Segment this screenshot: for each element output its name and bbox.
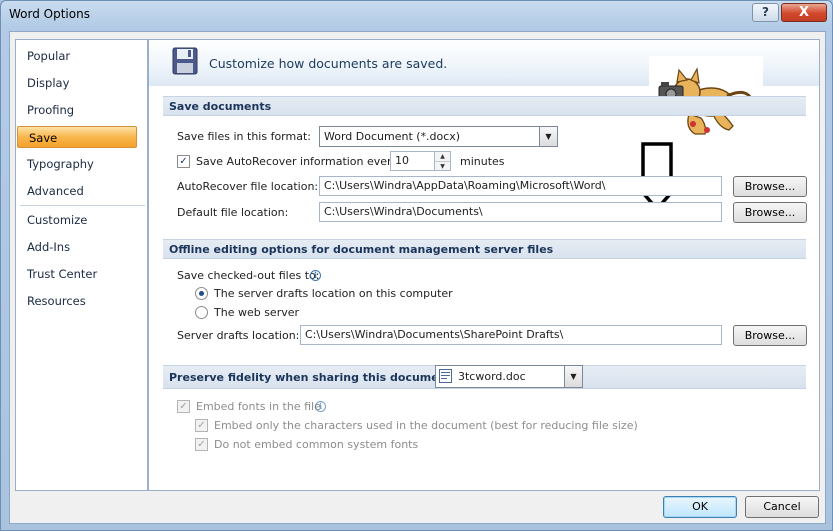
- autorecover-location-input[interactable]: C:\Users\Windra\AppData\Roaming\Microsof…: [319, 176, 722, 196]
- browse-server-drafts-button[interactable]: Browse...: [733, 325, 807, 346]
- nav-item-trust-center[interactable]: Trust Center: [16, 263, 136, 285]
- format-label: Save files in this format:: [177, 130, 311, 143]
- info-icon: i: [315, 401, 326, 412]
- minutes-spinner[interactable]: ▲ ▼: [434, 151, 451, 171]
- help-button[interactable]: ?: [752, 3, 779, 22]
- server-drafts-radio[interactable]: [195, 287, 208, 300]
- autorecover-label: Save AutoRecover information every: [196, 155, 399, 168]
- autorecover-minutes-input[interactable]: 10: [390, 151, 435, 171]
- ok-button[interactable]: OK: [663, 496, 737, 518]
- dialog-body: Popular Display Proofing Save Typography…: [9, 31, 826, 524]
- nav-item-display[interactable]: Display: [16, 72, 136, 94]
- section-header-offline-editing: Offline editing options for document man…: [163, 239, 806, 259]
- word-options-dialog: Word Options ? X Popular Display Proofin…: [0, 0, 833, 531]
- web-server-radio[interactable]: [195, 306, 208, 319]
- nav-item-typography[interactable]: Typography: [16, 153, 136, 175]
- fidelity-document-value: 3tcword.doc: [458, 370, 526, 383]
- save-options-panel: Customize how documents are saved. Save …: [148, 39, 820, 491]
- server-drafts-radio-label: The server drafts location on this compu…: [214, 287, 453, 300]
- embed-only-used-checkbox[interactable]: ✓: [195, 419, 208, 432]
- nav-item-resources[interactable]: Resources: [16, 290, 136, 312]
- spin-up-icon[interactable]: ▲: [435, 152, 450, 162]
- embed-fonts-label: Embed fonts in the file: [196, 400, 321, 413]
- chevron-down-icon[interactable]: ▼: [564, 366, 582, 387]
- embed-fonts-checkbox[interactable]: ✓: [177, 400, 190, 413]
- file-format-dropdown[interactable]: Word Document (*.docx) ▼: [319, 126, 558, 147]
- nav-item-save[interactable]: Save: [17, 126, 137, 148]
- floppy-disk-icon: [172, 47, 198, 75]
- nav-item-add-ins[interactable]: Add-Ins: [16, 236, 136, 258]
- no-common-fonts-checkbox[interactable]: ✓: [195, 438, 208, 451]
- spin-down-icon[interactable]: ▼: [435, 162, 450, 171]
- preserve-fidelity-label: Preserve fidelity when sharing this docu…: [169, 371, 457, 384]
- no-common-fonts-label: Do not embed common system fonts: [214, 438, 419, 451]
- browse-autorecover-button[interactable]: Browse...: [733, 176, 807, 197]
- nav-divider: [20, 205, 145, 206]
- autorecover-location-label: AutoRecover file location:: [177, 180, 319, 193]
- server-drafts-location-input[interactable]: C:\Users\Windra\Documents\SharePoint Dra…: [300, 325, 722, 345]
- info-icon: i: [310, 270, 321, 281]
- minutes-label: minutes: [460, 155, 505, 168]
- default-location-label: Default file location:: [177, 206, 289, 219]
- save-checked-out-label: Save checked-out files to:: [177, 269, 320, 282]
- options-nav: Popular Display Proofing Save Typography…: [15, 39, 148, 491]
- nav-item-advanced[interactable]: Advanced: [16, 180, 136, 202]
- banner-text: Customize how documents are saved.: [209, 56, 448, 71]
- browse-default-button[interactable]: Browse...: [733, 202, 807, 223]
- web-server-radio-label: The web server: [214, 306, 300, 319]
- chevron-down-icon[interactable]: ▼: [539, 127, 557, 146]
- file-format-value: Word Document (*.docx): [324, 130, 461, 143]
- close-button[interactable]: X: [781, 3, 827, 22]
- autorecover-checkbox[interactable]: ✓: [177, 155, 190, 168]
- word-document-icon: [439, 369, 452, 383]
- server-drafts-location-label: Server drafts location:: [177, 329, 300, 342]
- title-bar[interactable]: Word Options ? X: [1, 1, 832, 29]
- nav-item-customize[interactable]: Customize: [16, 209, 136, 231]
- default-location-input[interactable]: C:\Users\Windra\Documents\: [319, 202, 722, 222]
- cancel-button[interactable]: Cancel: [745, 496, 819, 518]
- fidelity-document-dropdown[interactable]: 3tcword.doc ▼: [435, 365, 583, 388]
- nav-item-popular[interactable]: Popular: [16, 45, 136, 67]
- section-header-save-documents: Save documents: [163, 96, 806, 116]
- embed-only-used-label: Embed only the characters used in the do…: [214, 419, 638, 432]
- window-title: Word Options: [9, 7, 90, 21]
- nav-item-proofing[interactable]: Proofing: [16, 99, 136, 121]
